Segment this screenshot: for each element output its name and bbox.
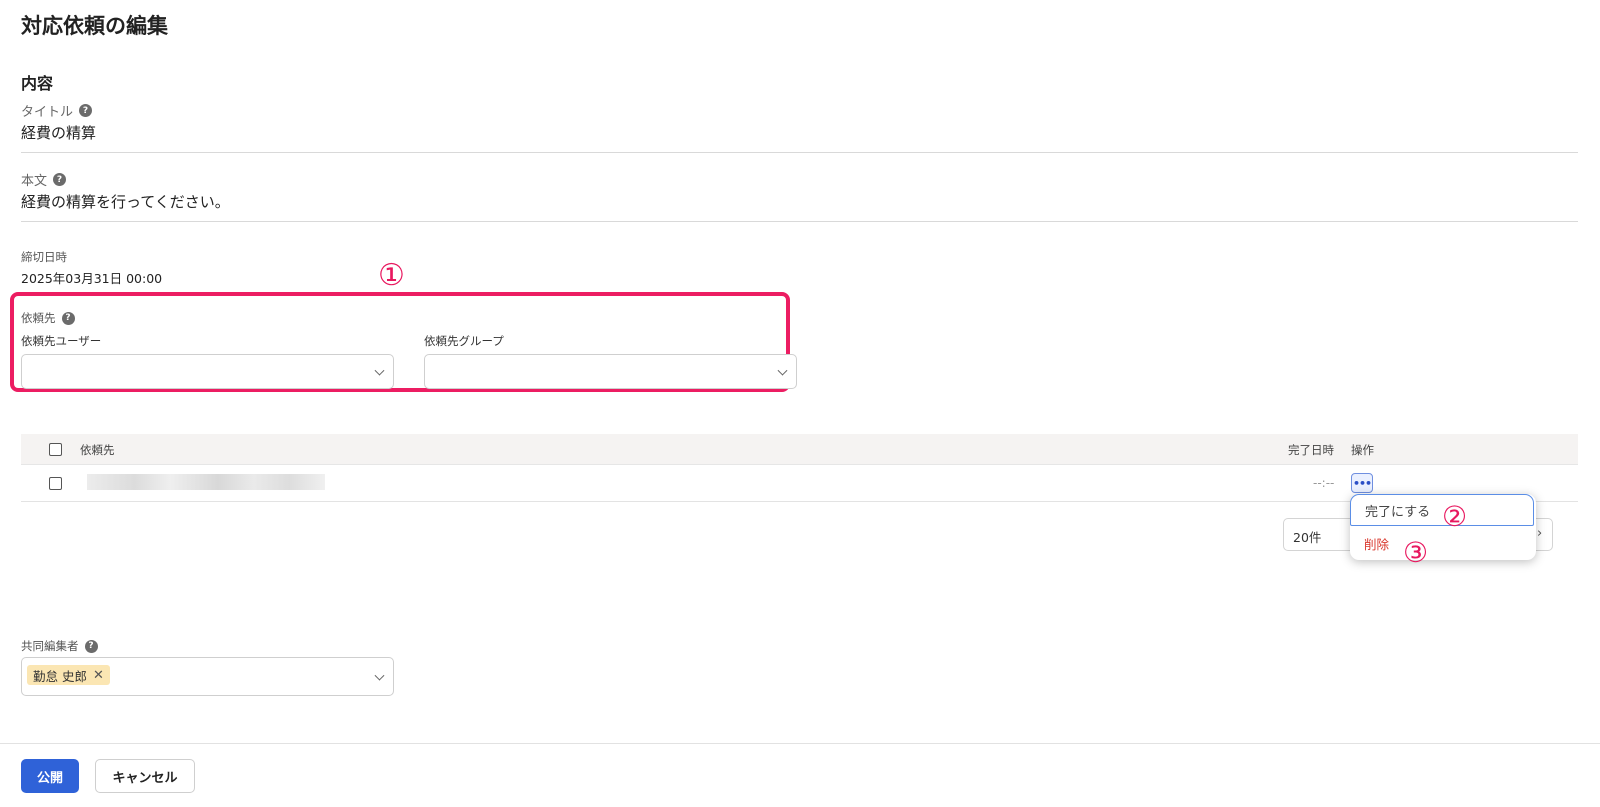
row-completed-at: --:-- bbox=[1313, 476, 1335, 490]
coeditor-chip: 勤怠 史郎 ✕ bbox=[27, 665, 110, 685]
recipient-label: 依頼先 bbox=[21, 311, 56, 325]
body-label-row: 本文 ? bbox=[21, 170, 67, 189]
recipient-group-label: 依頼先グループ bbox=[424, 334, 504, 348]
section-title: 内容 bbox=[21, 74, 54, 93]
chevron-down-icon bbox=[777, 365, 788, 376]
body-value[interactable]: 経費の精算を行ってください。 bbox=[21, 191, 230, 212]
per-page-select[interactable]: 20件 bbox=[1293, 527, 1321, 546]
menu-item-delete-label: 削除 bbox=[1364, 536, 1390, 552]
footer-divider bbox=[0, 743, 1600, 744]
cancel-button[interactable]: キャンセル bbox=[95, 759, 195, 793]
recipient-group-select[interactable] bbox=[424, 354, 797, 389]
help-icon[interactable]: ? bbox=[61, 311, 75, 325]
divider bbox=[21, 221, 1578, 222]
page-title: 対応依頼の編集 bbox=[21, 14, 168, 38]
chevron-down-icon bbox=[374, 365, 385, 376]
coeditor-chip-label: 勤怠 史郎 bbox=[33, 668, 87, 684]
annotation-2: ② bbox=[1442, 500, 1468, 533]
recipient-user-select[interactable] bbox=[21, 354, 394, 389]
help-icon[interactable]: ? bbox=[84, 639, 98, 653]
title-label-row: タイトル ? bbox=[21, 101, 93, 120]
body-label: 本文 bbox=[21, 174, 48, 189]
table-row: --:-- ••• bbox=[21, 465, 1578, 502]
annotation-1: ① bbox=[378, 258, 405, 293]
more-actions-button[interactable]: ••• bbox=[1351, 473, 1373, 493]
coeditor-label-row: 共同編集者 ? bbox=[21, 638, 98, 654]
redacted-recipient bbox=[87, 474, 325, 490]
col-actions: 操作 bbox=[1351, 443, 1374, 457]
col-recipient: 依頼先 bbox=[80, 443, 115, 457]
menu-item-complete-label: 完了にする bbox=[1365, 504, 1431, 520]
title-label: タイトル bbox=[21, 105, 74, 120]
chevron-down-icon bbox=[374, 670, 385, 681]
coeditor-label: 共同編集者 bbox=[21, 639, 79, 653]
deadline-label: 締切日時 bbox=[21, 250, 67, 264]
select-all-checkbox[interactable] bbox=[49, 443, 62, 456]
annotation-3: ③ bbox=[1403, 536, 1429, 569]
close-icon[interactable]: ✕ bbox=[93, 668, 104, 683]
publish-button[interactable]: 公開 bbox=[21, 759, 79, 793]
recipient-label-row: 依頼先 ? bbox=[21, 310, 75, 326]
help-icon[interactable]: ? bbox=[53, 173, 67, 186]
title-value[interactable]: 経費の精算 bbox=[21, 122, 96, 143]
recipient-user-label: 依頼先ユーザー bbox=[21, 334, 102, 348]
help-icon[interactable]: ? bbox=[79, 104, 93, 117]
col-completed-at: 完了日時 bbox=[1288, 443, 1334, 457]
chevron-right-icon[interactable]: › bbox=[1537, 526, 1542, 541]
row-checkbox[interactable] bbox=[49, 477, 62, 490]
table-header: 依頼先 完了日時 操作 bbox=[21, 434, 1578, 465]
deadline-value[interactable]: 2025年03月31日 00:00 bbox=[21, 268, 162, 287]
divider bbox=[21, 152, 1578, 153]
